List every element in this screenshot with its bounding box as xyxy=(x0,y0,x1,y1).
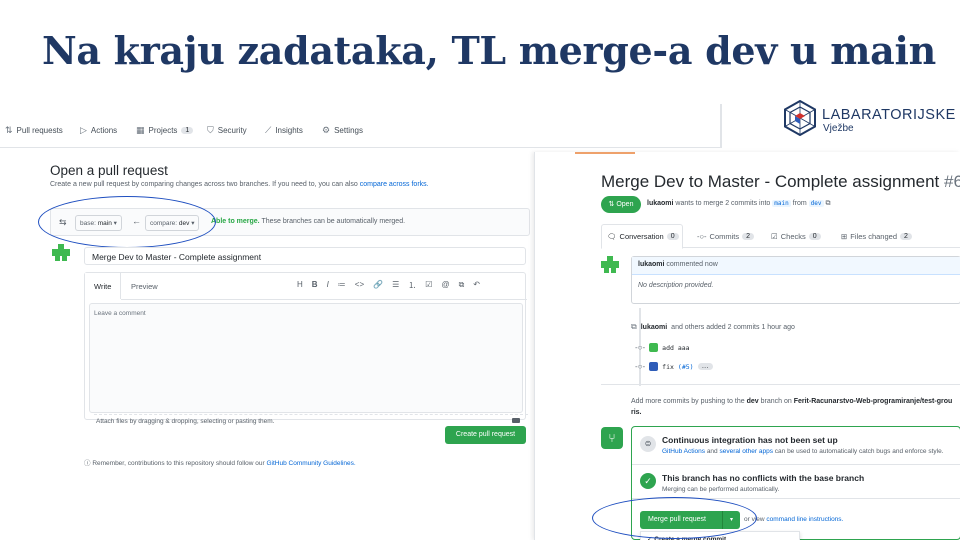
guidelines-note: ⓘ Remember, contributions to this reposi… xyxy=(84,460,356,467)
projects-count: 1 xyxy=(181,127,194,134)
tab-commits[interactable]: -○- Commits 2 xyxy=(697,232,755,241)
tab-files-changed[interactable]: ⊞ Files changed 2 xyxy=(841,232,912,241)
pull-request-screenshot: Merge Dev to Master - Complete assignmen… xyxy=(534,152,960,540)
annotation-ellipse xyxy=(592,497,757,539)
ci-title: Continuous integration has not been set … xyxy=(662,435,838,445)
guidelines-link[interactable]: GitHub Community Guidelines. xyxy=(266,460,355,467)
pr-title-input[interactable]: Merge Dev to Master - Complete assignmen… xyxy=(84,247,526,265)
pr-tabs: 🗨 Conversation 0 -○- Commits 2 ☑ Checks 0 ⊞ Fil… xyxy=(601,224,960,249)
compare-forks-link[interactable]: compare across forks. xyxy=(360,181,429,188)
project-icon: ▦ xyxy=(136,125,145,135)
copy-icon[interactable]: ⧉ xyxy=(825,200,830,207)
mention-icon[interactable]: @ xyxy=(441,280,449,291)
conversation-icon: 🗨 xyxy=(607,232,617,241)
author-link[interactable]: lukaomi xyxy=(647,200,673,207)
user-avatar xyxy=(52,244,70,261)
tab-write[interactable]: Write xyxy=(85,273,121,299)
commit-row: -○- add aaa xyxy=(635,343,690,352)
link-icon[interactable]: 🔗 xyxy=(373,280,383,291)
comment-editor: Write Preview H B I ≔ <> 🔗 ☰ ⒈ ☑ @ ⧉ ↶ L… xyxy=(84,272,528,425)
bulleted-list-icon[interactable]: ☰ xyxy=(392,280,399,291)
cli-instructions-link[interactable]: command line instructions. xyxy=(766,516,843,523)
avatar xyxy=(649,343,659,352)
nav-pull-requests[interactable]: ⇅ Pull requests xyxy=(5,125,63,136)
head-branch[interactable]: dev xyxy=(808,200,824,207)
pull-request-icon: ⇅ xyxy=(5,125,13,135)
merge-icon: ⑂ xyxy=(601,427,623,449)
repo-push-icon: ⧉ xyxy=(631,322,637,331)
numbered-list-icon[interactable]: ⒈ xyxy=(408,280,416,291)
comment-body: No description provided. xyxy=(638,282,714,289)
repo-nav: ⇅ Pull requests ▷ Actions ▦ Projects 1 ⛉ Secu… xyxy=(0,104,722,148)
logo: LABARATORIJSKE Vježbe xyxy=(782,100,955,140)
user-avatar xyxy=(601,256,619,273)
comment-placeholder: Leave a comment xyxy=(94,310,146,317)
nav-insights[interactable]: ⟋ Insights xyxy=(265,125,303,136)
bold-icon[interactable]: B xyxy=(312,280,318,291)
play-icon: ▷ xyxy=(80,125,87,135)
tab-preview[interactable]: Preview xyxy=(131,282,158,291)
nav-settings[interactable]: ⚙ Settings xyxy=(322,125,363,136)
or-view-text: or view command line instructions. xyxy=(744,516,844,523)
graph-icon: ⟋ xyxy=(265,125,272,135)
ci-icon: ⊜ xyxy=(640,436,656,452)
pr-comment: lukaomi commented now No description pro… xyxy=(631,256,960,304)
task-list-icon[interactable]: ☑ xyxy=(425,280,432,291)
tab-checks[interactable]: ☑ Checks 0 xyxy=(771,232,821,241)
nav-actions[interactable]: ▷ Actions xyxy=(80,125,117,136)
commit-icon: -○- xyxy=(697,232,707,241)
pr-title: Merge Dev to Master - Complete assignmen… xyxy=(601,172,960,192)
code-icon[interactable]: <> xyxy=(355,280,364,291)
no-conflicts-row: ✓ This branch has no conflicts with the … xyxy=(632,465,960,499)
page-title: Open a pull request xyxy=(50,163,168,178)
reference-icon[interactable]: ⧉ xyxy=(459,280,465,291)
nav-security[interactable]: ⛉ Security xyxy=(207,125,247,136)
status-badge: ⇅ Open xyxy=(601,196,641,213)
pr-number: #6 xyxy=(943,172,960,191)
comment-textarea[interactable]: Leave a comment Attach files by dragging… xyxy=(89,303,528,425)
pr-meta: lukaomi wants to merge 2 commits into ma… xyxy=(647,200,831,207)
commits-added-event: ⧉ lukaomi and others added 2 commits 1 hou… xyxy=(631,322,795,331)
base-branch[interactable]: main xyxy=(772,200,791,207)
ci-subtitle: GitHub Actions and several other apps ca… xyxy=(662,448,944,455)
nav-projects[interactable]: ▦ Projects 1 xyxy=(136,125,194,136)
shield-icon: ⛉ xyxy=(207,125,214,135)
no-conflicts-subtitle: Merging can be performed automatically. xyxy=(662,486,780,493)
ci-row: ⊜ Continuous integration has not been se… xyxy=(632,427,960,465)
reply-icon[interactable]: ↶ xyxy=(473,280,480,291)
commit-icon: -○- xyxy=(635,362,646,371)
tab-conversation[interactable]: 🗨 Conversation 0 xyxy=(607,232,679,241)
create-pull-request-button[interactable]: Create pull request xyxy=(445,426,526,444)
page-description: Create a new pull request by comparing c… xyxy=(50,181,429,188)
quote-icon[interactable]: ≔ xyxy=(338,280,346,291)
annotation-ellipse xyxy=(38,196,216,248)
markdown-icon xyxy=(512,418,520,423)
logo-hex-icon xyxy=(784,100,816,136)
slide-title: Na kraju zadataka, TL merge-a dev u main xyxy=(42,28,936,73)
gear-icon: ⚙ xyxy=(322,125,331,135)
no-conflicts-title: This branch has no conflicts with the ba… xyxy=(662,473,865,483)
commit-icon: -○- xyxy=(635,343,646,352)
markdown-toolbar: H B I ≔ <> 🔗 ☰ ⒈ ☑ @ ⧉ ↶ xyxy=(297,280,480,291)
heading-icon[interactable]: H xyxy=(297,280,303,291)
checks-icon: ☑ xyxy=(771,232,778,241)
push-info: Add more commits by pushing to the dev b… xyxy=(631,398,953,416)
pull-request-icon: ⇅ xyxy=(608,201,615,208)
logo-name: LABARATORIJSKE xyxy=(822,107,956,123)
commit-row: -○- fix (#5)… xyxy=(635,362,713,371)
avatar xyxy=(649,362,659,371)
merge-status: Able to merge. These branches can be aut… xyxy=(211,218,406,225)
check-icon: ✓ xyxy=(640,473,656,489)
info-icon: ⓘ xyxy=(84,460,91,467)
file-diff-icon: ⊞ xyxy=(841,232,848,241)
italic-icon[interactable]: I xyxy=(327,280,329,291)
comment-header: lukaomi commented now xyxy=(632,257,960,275)
expand-icon[interactable]: … xyxy=(697,363,713,370)
logo-subtitle: Vježbe xyxy=(823,123,854,134)
